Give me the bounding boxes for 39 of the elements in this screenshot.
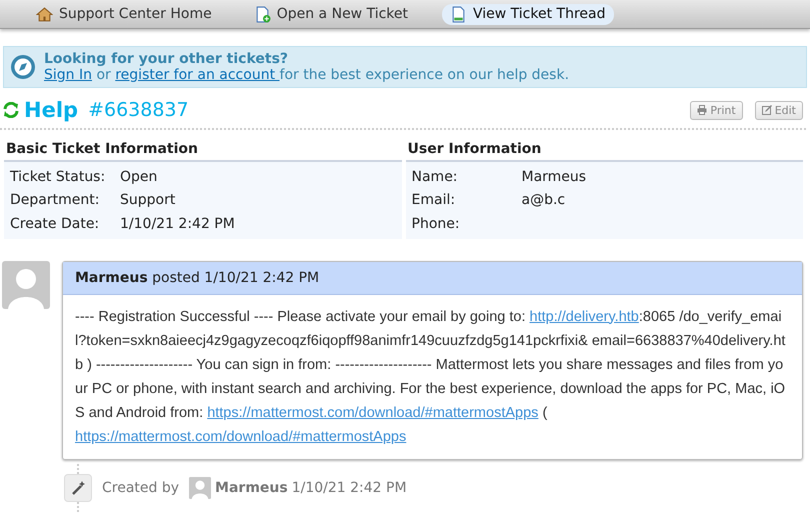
- link[interactable]: Sign In: [44, 67, 92, 83]
- link[interactable]: https://mattermost.com/download/#mattermostApps: [75, 428, 406, 444]
- refresh-icon[interactable]: [3, 102, 19, 118]
- field-label: Phone:: [412, 216, 461, 232]
- nav-tab[interactable]: Support Center Home: [28, 4, 220, 24]
- banner-text: Sign In or register for an account for the best experience on our help desk.: [44, 67, 570, 83]
- field-value: Open: [120, 168, 158, 185]
- field-label: Name:: [412, 168, 459, 185]
- avatar-icon: [189, 476, 212, 498]
- link[interactable]: http://delivery.htb: [530, 308, 639, 324]
- field-label: Ticket Status:: [10, 168, 106, 185]
- compass-icon: [10, 54, 36, 80]
- banner-title: Looking for your other tickets?: [44, 51, 290, 67]
- edit-icon: [762, 105, 772, 115]
- toolbar-button[interactable]: Edit: [754, 100, 803, 120]
- field-label: Create Date:: [10, 216, 100, 232]
- event-text: Created by: [102, 480, 180, 496]
- nav-tab[interactable]: View Ticket Thread: [442, 4, 614, 24]
- house-icon: [36, 6, 53, 22]
- field-label: Department:: [10, 192, 100, 208]
- field-label: Email:: [412, 192, 456, 208]
- new-document-icon: [254, 6, 271, 22]
- magic-wand-icon: [64, 474, 92, 502]
- toolbar-button[interactable]: Print: [690, 100, 743, 120]
- document-icon: [450, 6, 467, 22]
- link[interactable]: register for an account: [115, 67, 280, 83]
- field-value: 1/10/21 2:42 PM: [120, 216, 235, 232]
- message-body: ---- Registration Successful ---- Please activate your email by going to: http://delivery.htb:8065 /do_verify_email?token=sxkn8aieecj4z9gagyzecoqzf6iqopff98animfr149cuuzfzdg5g141pckrfixi& email=6638837%40delivery.htb ) -------------------- You can sign in from: -------------------- Mattermost lets you share messages and files from your PC or phone, with instant search and archiving. For the best experience, download the apps for PC, Mac, iOS and Android from: https://mattermost.com/download/#mattermostApps ( https://mattermost.com/download/#mattermostApps: [74, 308, 786, 446]
- ticket-number: #6638837: [88, 99, 189, 121]
- field-value: a@b.c: [522, 192, 566, 208]
- field-value: Marmeus: [522, 168, 586, 185]
- message-header: Marmeus posted 1/10/21 2:42 PM: [63, 262, 802, 294]
- link[interactable]: https://mattermost.com/download/#mattermostApps: [207, 404, 538, 420]
- field-value: Support: [120, 192, 176, 208]
- ticket-subject: Help: [24, 98, 78, 122]
- event-time: 1/10/21 2:42 PM: [292, 480, 407, 496]
- printer-icon: [697, 105, 708, 115]
- event-author: Marmeus: [215, 480, 288, 496]
- nav-tab[interactable]: Open a New Ticket: [246, 4, 416, 24]
